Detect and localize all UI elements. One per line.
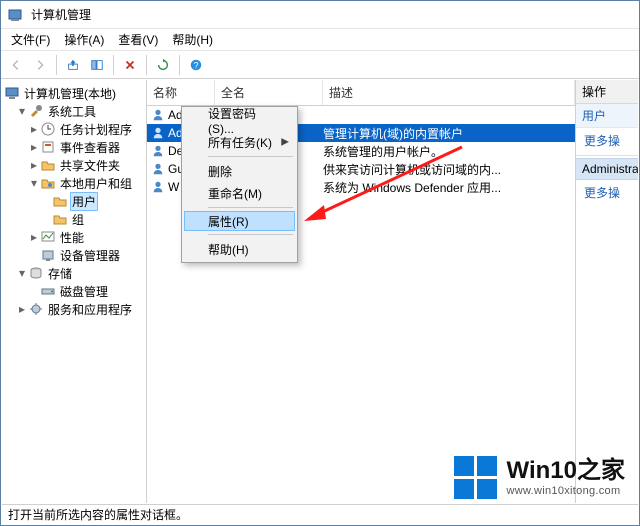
menu-view[interactable]: 查看(V) xyxy=(112,29,164,50)
clock-icon xyxy=(40,121,56,137)
ctx-help[interactable]: 帮助(H) xyxy=(184,238,295,260)
tree-disk-management[interactable]: 磁盘管理 xyxy=(4,282,144,300)
menu-help[interactable]: 帮助(H) xyxy=(166,29,219,50)
tree-services-apps[interactable]: ▸ 服务和应用程序 xyxy=(4,300,144,318)
nav-forward-button[interactable] xyxy=(29,54,51,76)
app-icon xyxy=(7,7,23,23)
tree-local-users-groups[interactable]: ▾ 本地用户和组 xyxy=(4,174,144,192)
nav-back-button[interactable] xyxy=(5,54,27,76)
menu-action[interactable]: 操作(A) xyxy=(58,29,110,50)
ctx-separator xyxy=(208,234,293,235)
actions-more-link[interactable]: 更多操 xyxy=(576,128,638,153)
expander-icon[interactable]: ▾ xyxy=(16,104,28,118)
actions-selection-title: Administrat xyxy=(576,158,638,180)
ctx-properties[interactable]: 属性(R) xyxy=(184,211,295,231)
statusbar: 打开当前所选内容的属性对话框。 xyxy=(2,504,638,524)
show-hide-tree-button[interactable] xyxy=(86,54,108,76)
tree-users[interactable]: 用户 xyxy=(4,192,144,210)
divider xyxy=(576,155,638,156)
titlebar: 计算机管理 xyxy=(1,1,639,29)
tools-icon xyxy=(28,103,44,119)
actions-header: 操作 xyxy=(576,80,638,104)
expander-icon[interactable]: ▾ xyxy=(28,176,40,190)
event-icon xyxy=(40,139,56,155)
toolbar-separator xyxy=(56,55,57,75)
device-icon xyxy=(40,247,56,263)
ctx-separator xyxy=(208,156,293,157)
ctx-all-tasks[interactable]: 所有任务(K)▶ xyxy=(184,131,295,153)
up-level-button[interactable] xyxy=(62,54,84,76)
column-fullname[interactable]: 全名 xyxy=(215,80,323,105)
help-button[interactable]: ? xyxy=(185,54,207,76)
expander-icon[interactable]: ▸ xyxy=(28,122,40,136)
expander-icon[interactable]: ▸ xyxy=(28,140,40,154)
user-icon xyxy=(151,108,165,122)
ctx-separator xyxy=(208,207,293,208)
submenu-arrow-icon: ▶ xyxy=(281,137,289,148)
column-description[interactable]: 描述 xyxy=(323,80,575,105)
tree-performance[interactable]: ▸ 性能 xyxy=(4,228,144,246)
menu-file[interactable]: 文件(F) xyxy=(5,29,56,50)
toolbar-separator xyxy=(179,55,180,75)
expander-icon[interactable]: ▸ xyxy=(28,230,40,244)
tree-shared-folders[interactable]: ▸ 共享文件夹 xyxy=(4,156,144,174)
tree-event-viewer[interactable]: ▸ 事件查看器 xyxy=(4,138,144,156)
toolbar: ? xyxy=(1,51,639,79)
actions-pane: 操作 用户 更多操 Administrat 更多操 xyxy=(576,80,638,503)
user-icon xyxy=(151,126,165,140)
shared-folder-icon xyxy=(40,157,56,173)
tree-groups[interactable]: 组 xyxy=(4,210,144,228)
ctx-delete[interactable]: 删除 xyxy=(184,160,295,182)
services-icon xyxy=(28,301,44,317)
column-name[interactable]: 名称 xyxy=(147,80,215,105)
menubar: 文件(F) 操作(A) 查看(V) 帮助(H) xyxy=(1,29,639,51)
status-text: 打开当前所选内容的属性对话框。 xyxy=(8,506,188,523)
ctx-set-password[interactable]: 设置密码(S)... xyxy=(184,109,295,131)
users-groups-icon xyxy=(40,175,56,191)
list-header[interactable]: 名称 全名 描述 xyxy=(147,80,575,106)
tree-task-scheduler[interactable]: ▸ 任务计划程序 xyxy=(4,120,144,138)
computer-icon xyxy=(4,85,20,101)
actions-more-link-2[interactable]: 更多操 xyxy=(576,180,638,205)
tree-storage[interactable]: ▾ 存储 xyxy=(4,264,144,282)
folder-icon xyxy=(52,211,68,227)
svg-text:?: ? xyxy=(194,60,199,70)
tree-root[interactable]: 计算机管理(本地) xyxy=(4,84,144,102)
user-icon xyxy=(151,162,165,176)
expander-icon[interactable]: ▸ xyxy=(16,302,28,316)
tree-pane[interactable]: 计算机管理(本地) ▾ 系统工具 ▸ 任务计划程序 ▸ 事件查看器 xyxy=(2,80,147,503)
folder-icon xyxy=(52,193,68,209)
delete-button[interactable] xyxy=(119,54,141,76)
user-icon xyxy=(151,144,165,158)
tree-device-manager[interactable]: 设备管理器 xyxy=(4,246,144,264)
toolbar-separator xyxy=(113,55,114,75)
window-root: 计算机管理 文件(F) 操作(A) 查看(V) 帮助(H) ? 计算机管理(本地… xyxy=(0,0,640,526)
ctx-rename[interactable]: 重命名(M) xyxy=(184,182,295,204)
user-icon xyxy=(151,180,165,194)
expander-icon[interactable]: ▾ xyxy=(16,266,28,280)
tree-system-tools[interactable]: ▾ 系统工具 xyxy=(4,102,144,120)
performance-icon xyxy=(40,229,56,245)
window-title: 计算机管理 xyxy=(31,6,91,23)
toolbar-separator xyxy=(146,55,147,75)
storage-icon xyxy=(28,265,44,281)
expander-icon[interactable]: ▸ xyxy=(28,158,40,172)
actions-group-title: 用户 xyxy=(576,104,638,128)
disk-icon xyxy=(40,283,56,299)
refresh-button[interactable] xyxy=(152,54,174,76)
client-area: 计算机管理(本地) ▾ 系统工具 ▸ 任务计划程序 ▸ 事件查看器 xyxy=(2,80,638,503)
context-menu: 设置密码(S)... 所有任务(K)▶ 删除 重命名(M) 属性(R) 帮助(H… xyxy=(181,106,298,263)
